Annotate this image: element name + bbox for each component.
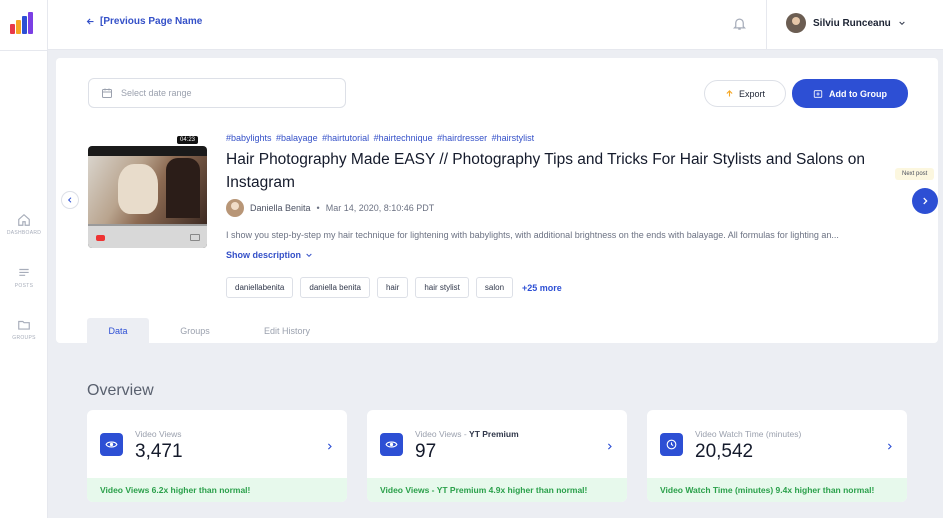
- metric-note: Video Watch Time (minutes) 9.4x higher t…: [647, 478, 907, 502]
- eye-icon: [385, 441, 398, 448]
- metric-note: Video Views - YT Premium 4.9x higher tha…: [367, 478, 627, 502]
- folder-icon: [18, 320, 30, 330]
- thumbnail-subject: [118, 164, 158, 214]
- arrow-up-icon: [726, 90, 733, 97]
- keyword-chip[interactable]: salon: [475, 277, 514, 298]
- captions-icon: [190, 234, 200, 241]
- metric-value: 97: [415, 441, 437, 462]
- rail-divider: [0, 50, 48, 51]
- post-title: Hair Photography Made EASY // Photograph…: [226, 151, 865, 191]
- chevron-right-icon: [607, 443, 612, 450]
- date-range-picker[interactable]: Select date range: [88, 78, 346, 108]
- metric-value: 3,471: [135, 441, 183, 462]
- tab-bar: Data Groups Edit History: [87, 318, 333, 343]
- clock-icon: [666, 439, 677, 450]
- keyword-chip[interactable]: hair: [376, 277, 409, 298]
- back-link[interactable]: [Previous Page Name: [86, 16, 202, 27]
- thumbnail-stylist: [166, 158, 200, 218]
- rail-item-dashboard[interactable]: DASHBOARD: [0, 213, 48, 253]
- thumbnail-progress: [88, 224, 207, 226]
- user-name: Silviu Runceanu: [813, 17, 891, 29]
- rail-item-label: DASHBOARD: [6, 230, 42, 236]
- chevron-right-icon: [327, 443, 332, 450]
- overview-title: Overview: [87, 382, 154, 399]
- app-logo[interactable]: [10, 12, 34, 34]
- video-thumbnail[interactable]: [88, 146, 207, 248]
- keyword-chips: daniellabenita daniella benita hair hair…: [226, 277, 562, 298]
- keyword-chip[interactable]: daniellabenita: [226, 277, 294, 298]
- rail-item-label: POSTS: [14, 283, 34, 289]
- author-avatar: [226, 199, 244, 217]
- metric-details-button[interactable]: [885, 438, 894, 456]
- more-keywords-link[interactable]: +25 more: [522, 283, 562, 293]
- show-description-label: Show description: [226, 250, 302, 260]
- export-label: Export: [738, 88, 765, 99]
- top-bar: [Previous Page Name Silviu Runceanu: [48, 0, 943, 50]
- posts-icon: [19, 268, 29, 276]
- user-menu[interactable]: Silviu Runceanu: [786, 13, 906, 33]
- metric-icon: [660, 433, 683, 456]
- metric-details-button[interactable]: [325, 438, 334, 456]
- rail-item-label: GROUPS: [12, 335, 36, 341]
- tab-edit-history[interactable]: Edit History: [241, 318, 333, 343]
- chevron-right-icon: [923, 197, 928, 205]
- add-to-group-label: Add to Group: [829, 88, 887, 99]
- metric-note: Video Views 6.2x higher than normal!: [87, 478, 347, 502]
- keyword-chip[interactable]: hair stylist: [415, 277, 469, 298]
- date-range-placeholder: Select date range: [121, 88, 192, 98]
- arrow-left-icon: [86, 18, 94, 25]
- metric-card-video-views[interactable]: Video Views 3,471 Video Views 6.2x highe…: [87, 410, 347, 502]
- metric-label: Video Views - YT Premium: [415, 429, 519, 439]
- metric-icon: [100, 433, 123, 456]
- calendar-icon: [102, 88, 112, 98]
- previous-post-button[interactable]: [61, 191, 79, 209]
- post-card: Select date range Export Add to Group Ne…: [56, 58, 938, 343]
- metric-card-yt-premium-views[interactable]: Video Views - YT Premium 97 Video Views …: [367, 410, 627, 502]
- left-rail: DASHBOARD POSTS GROUPS: [0, 0, 48, 518]
- chevron-down-icon: [306, 253, 312, 258]
- tab-groups[interactable]: Groups: [149, 318, 241, 343]
- post-date: Mar 14, 2020, 8:10:46 PDT: [325, 203, 435, 213]
- add-group-icon: [813, 89, 823, 98]
- chevron-left-icon: [67, 197, 72, 203]
- author-row: Daniella Benita • Mar 14, 2020, 8:10:46 …: [226, 199, 434, 217]
- avatar: [786, 13, 806, 33]
- author-name[interactable]: Daniella Benita: [250, 203, 311, 213]
- eye-icon: [105, 441, 118, 448]
- notifications-button[interactable]: [732, 15, 747, 37]
- tab-data[interactable]: Data: [87, 318, 149, 343]
- home-icon: [18, 213, 30, 226]
- video-duration: 04:23: [177, 136, 199, 144]
- back-link-label: [Previous Page Name: [100, 16, 203, 27]
- meta-separator: •: [316, 203, 320, 213]
- metric-card-watch-time[interactable]: Video Watch Time (minutes) 20,542 Video …: [647, 410, 907, 502]
- export-button[interactable]: Export: [704, 80, 786, 107]
- rail-item-posts[interactable]: POSTS: [0, 266, 48, 306]
- metric-label: Video Watch Time (minutes): [695, 429, 802, 439]
- rail-item-groups[interactable]: GROUPS: [0, 318, 48, 358]
- post-hashtags: #babylights #balayage #hairtutorial #hai…: [226, 133, 535, 143]
- bell-icon: [732, 18, 747, 30]
- metric-value: 20,542: [695, 441, 754, 462]
- metric-icon: [380, 433, 403, 456]
- add-to-group-button[interactable]: Add to Group: [792, 79, 908, 108]
- user-separator: [766, 0, 767, 50]
- keyword-chip[interactable]: daniella benita: [300, 277, 370, 298]
- show-description-toggle[interactable]: Show description: [226, 250, 313, 260]
- metric-label: Video Views: [135, 429, 182, 439]
- youtube-icon: [96, 235, 105, 241]
- metric-details-button[interactable]: [605, 438, 614, 456]
- post-description: I show you step-by-step my hair techniqu…: [226, 230, 839, 240]
- chevron-right-icon: [887, 443, 892, 450]
- chevron-down-icon: [899, 21, 905, 26]
